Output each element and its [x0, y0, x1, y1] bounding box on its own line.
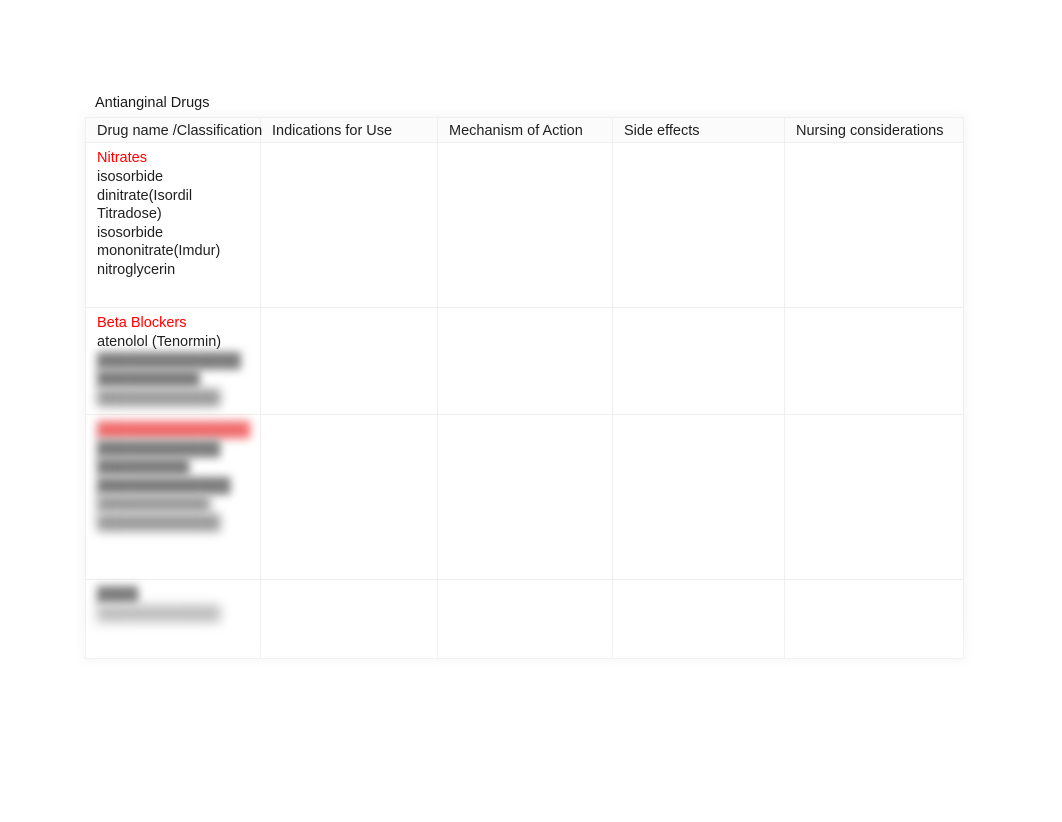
- cell-nursing-redacted-class[interactable]: [784, 414, 964, 580]
- cell-drug-name-redacted-trailing[interactable]: ████ ████████████: [85, 579, 261, 659]
- redacted-drug-class-heading: ███████████████: [97, 422, 250, 438]
- column-header-indications: Indications for Use: [260, 117, 438, 143]
- drug-name-item: isosorbide: [97, 169, 164, 185]
- redacted-text-line: █████████████: [97, 477, 231, 494]
- cell-drug-name-nitrates[interactable]: Nitrates isosorbide dinitrate(Isordil Ti…: [85, 142, 261, 308]
- antianginal-drugs-table: Drug name /Classification Indications fo…: [85, 117, 964, 659]
- table-row: ████ ████████████: [85, 579, 964, 659]
- table-row: Nitrates isosorbide dinitrate(Isordil Ti…: [85, 142, 964, 308]
- cell-drug-name-beta-blockers[interactable]: Beta Blockers atenolol (Tenormin) ██████…: [85, 307, 261, 415]
- cell-indications-nitrates[interactable]: [260, 142, 438, 308]
- drug-name-item: dinitrate(Isordil: [97, 187, 193, 204]
- cell-side-effects-redacted-class[interactable]: [612, 414, 785, 580]
- cell-mechanism-nitrates[interactable]: [437, 142, 613, 308]
- cell-indications-beta-blockers[interactable]: [260, 307, 438, 415]
- redacted-text-line: ████████████: [97, 514, 221, 531]
- page-title: Antianginal Drugs: [95, 95, 210, 111]
- page-canvas: Antianginal Drugs Drug name /Classificat…: [0, 0, 1062, 822]
- cell-nursing-beta-blockers[interactable]: [784, 307, 964, 415]
- redacted-text-line: ████████████: [97, 440, 221, 457]
- drug-name-item: nitroglycerin: [97, 261, 176, 278]
- cell-indications-redacted-trailing[interactable]: [260, 579, 438, 659]
- table-row: Beta Blockers atenolol (Tenormin) ██████…: [85, 307, 964, 415]
- cell-nursing-redacted-trailing[interactable]: [784, 579, 964, 659]
- redacted-text-line: ██████████████: [97, 352, 241, 369]
- cell-side-effects-nitrates[interactable]: [612, 142, 785, 308]
- cell-side-effects-redacted-trailing[interactable]: [612, 579, 785, 659]
- cell-mechanism-redacted-class[interactable]: [437, 414, 613, 580]
- cell-drug-name-redacted-class[interactable]: ███████████████ ████████████ █████████ █…: [85, 414, 261, 580]
- cell-side-effects-beta-blockers[interactable]: [612, 307, 785, 415]
- cell-indications-redacted-class[interactable]: [260, 414, 438, 580]
- redacted-text-line: ████████████: [97, 389, 221, 406]
- drug-class-heading: Nitrates: [97, 150, 147, 166]
- column-header-drug-name: Drug name /Classification: [85, 117, 262, 143]
- redacted-text-line: █████████: [97, 459, 190, 475]
- column-header-side-effects: Side effects: [612, 117, 785, 143]
- drug-name-item: isosorbide: [97, 224, 164, 241]
- table-header-row: Drug name /Classification Indications fo…: [85, 117, 964, 143]
- redacted-text-line: ████: [97, 587, 139, 603]
- table-row: ███████████████ ████████████ █████████ █…: [85, 414, 964, 580]
- column-header-nursing: Nursing considerations: [784, 117, 964, 143]
- drug-name-item: atenolol (Tenormin): [97, 334, 222, 350]
- redacted-text-line: ███████████: [97, 496, 211, 512]
- column-header-mechanism: Mechanism of Action: [437, 117, 613, 143]
- drug-name-item: mononitrate(Imdur): [97, 243, 221, 259]
- redacted-text-line: ██████████: [97, 371, 200, 387]
- table-body: Nitrates isosorbide dinitrate(Isordil Ti…: [85, 142, 964, 659]
- table-header: Drug name /Classification Indications fo…: [85, 117, 964, 143]
- cell-mechanism-beta-blockers[interactable]: [437, 307, 613, 415]
- redacted-text-line: ████████████: [97, 605, 221, 622]
- drug-class-heading: Beta Blockers: [97, 315, 187, 331]
- drug-name-item: Titradose): [97, 206, 162, 222]
- cell-nursing-nitrates[interactable]: [784, 142, 964, 308]
- cell-mechanism-redacted-trailing[interactable]: [437, 579, 613, 659]
